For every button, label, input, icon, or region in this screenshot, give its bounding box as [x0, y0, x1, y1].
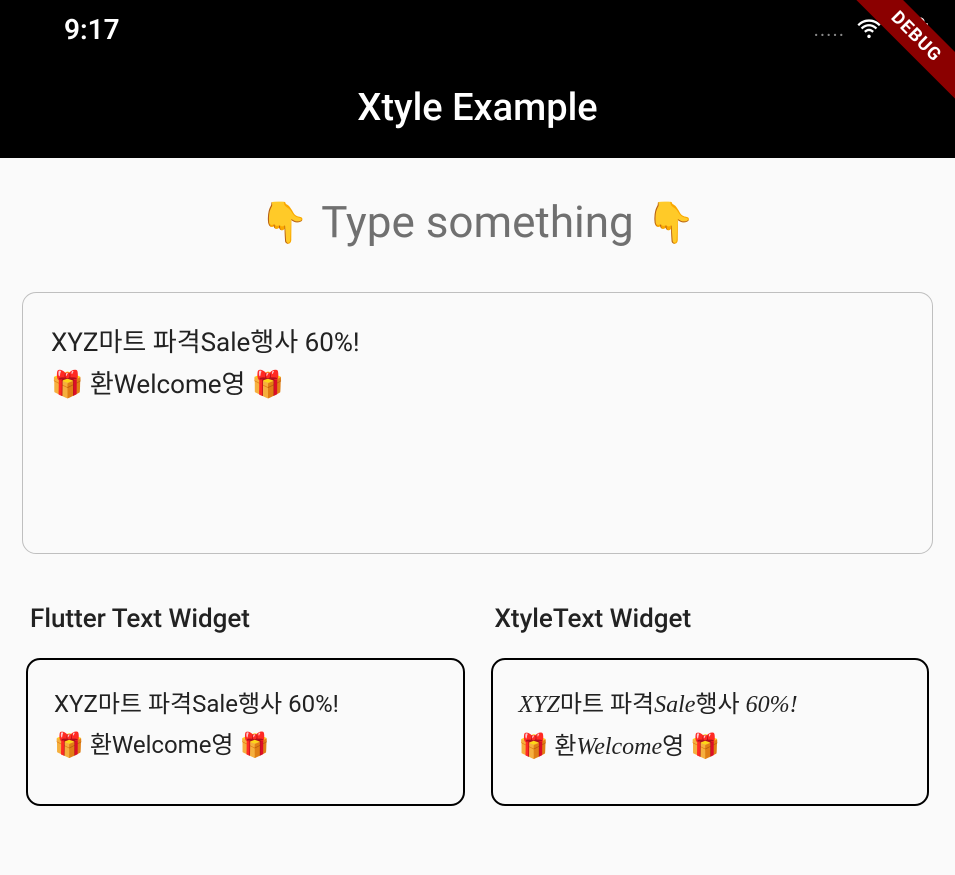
xtyle-segment-en: XYZ [519, 692, 560, 718]
content-area: 👇 Type something 👇 Flutter Text Widget X… [0, 158, 955, 806]
flutter-column-header: Flutter Text Widget [26, 604, 465, 634]
prompt-row: 👇 Type something 👇 [22, 196, 933, 248]
xtyle-text-column: XtyleText Widget XYZ마트 파격Sale행사 60%! 🎁 환… [491, 604, 930, 806]
status-bar: 9:17 ..... [0, 0, 955, 58]
prompt-text: Type something [321, 196, 634, 248]
app-bar: Xtyle Example [0, 58, 955, 158]
xtyle-segment-en: Sale [654, 692, 695, 718]
xtyle-segment-ko: 마트 파격 [560, 690, 654, 718]
xtyle-output-box: XYZ마트 파격Sale행사 60%! 🎁 환Welcome영 🎁 [491, 658, 930, 806]
status-time: 9:17 [64, 13, 120, 46]
xtyle-segment-ko: 행사 [695, 690, 745, 718]
flutter-output-box: XYZ마트 파격Sale행사 60%!🎁 환Welcome영 🎁 [26, 658, 465, 806]
text-input[interactable] [22, 292, 933, 554]
xtyle-segment-ko: 🎁 환 [519, 732, 577, 760]
flutter-text-column: Flutter Text Widget XYZ마트 파격Sale행사 60%!🎁… [26, 604, 465, 806]
comparison-row: Flutter Text Widget XYZ마트 파격Sale행사 60%!🎁… [22, 604, 933, 806]
app-title: Xtyle Example [357, 86, 597, 130]
xtyle-segment-en: 60%! [746, 692, 798, 718]
xtyle-column-header: XtyleText Widget [491, 604, 930, 634]
point-down-icon: 👇 [646, 199, 696, 246]
xtyle-segment-en: Welcome [576, 734, 662, 760]
xtyle-segment-ko: 영 🎁 [662, 732, 720, 760]
cellular-dots-icon: ..... [814, 17, 845, 41]
point-down-icon: 👇 [259, 199, 309, 246]
